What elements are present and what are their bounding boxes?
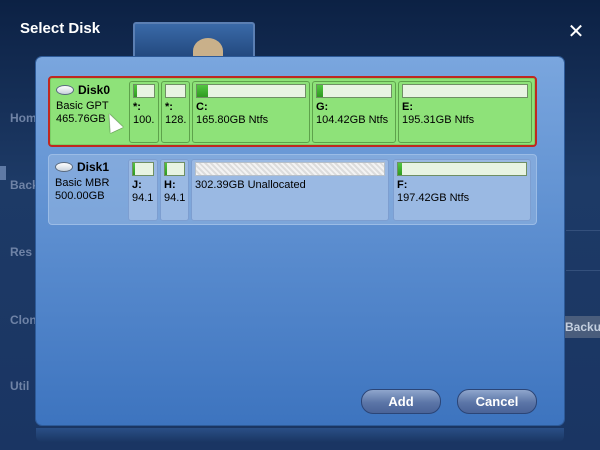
bg-sidebar-item-backup: Back (10, 178, 39, 192)
partition-usage-fill (134, 85, 137, 97)
background-thumbnail (133, 22, 255, 64)
bg-sidebar-item-restore: Res (10, 245, 33, 259)
partition-disk1-j[interactable]: J: 94.1 (128, 159, 158, 221)
partition-usage-fill (133, 163, 135, 175)
partition-usage-bar (195, 162, 385, 176)
partition-usage-bar (164, 162, 185, 176)
partition-usage-fill (317, 85, 323, 97)
partition-usage-bar (196, 84, 306, 98)
close-icon[interactable]: ✕ (566, 22, 586, 42)
partition-size: 128. (165, 114, 187, 126)
bg-divider (566, 270, 600, 271)
partition-disk1-f[interactable]: F: 197.42GB Ntfs (393, 159, 531, 221)
partition-size: 94.1 (132, 192, 154, 204)
partition-usage-bar (316, 84, 392, 98)
partition-usage-bar (165, 84, 186, 98)
disk-size: 500.00GB (55, 190, 105, 202)
partition-size: 195.31GB Ntfs (402, 114, 475, 126)
partition-label: E: (402, 101, 413, 113)
partition-disk1-unallocated[interactable]: 302.39GB Unallocated (191, 159, 389, 221)
hard-disk-icon (55, 162, 73, 172)
partition-label: G: (316, 101, 329, 113)
partition-usage-bar (133, 84, 155, 98)
partition-usage-bar (402, 84, 528, 98)
partition-usage-bar (132, 162, 154, 176)
partition-label: H: (164, 179, 176, 191)
partition-size: 302.39GB Unallocated (195, 179, 306, 191)
add-button[interactable]: Add (361, 389, 441, 414)
partition-label: J: (132, 179, 142, 191)
disk-row-disk0[interactable]: Disk0 Basic GPT 465.76GB *: 100. *: 128.… (48, 76, 537, 147)
partition-disk0-g[interactable]: G: 104.42GB Ntfs (312, 81, 396, 143)
partition-size: 94.1 (164, 192, 186, 204)
partition-usage-fill (165, 163, 167, 175)
partition-disk1-h[interactable]: H: 94.1 (160, 159, 189, 221)
partition-usage-fill (398, 163, 402, 175)
disk-row-disk1[interactable]: Disk1 Basic MBR 500.00GB J: 94.1 H: 94.1… (48, 154, 537, 225)
partition-disk0-e[interactable]: E: 195.31GB Ntfs (398, 81, 532, 143)
hard-disk-icon (56, 85, 74, 95)
partition-size: 197.42GB Ntfs (397, 192, 470, 204)
partition-label: C: (196, 101, 208, 113)
disk-type: Basic MBR (55, 177, 110, 189)
partition-size: 100. (133, 114, 155, 126)
dialog-title: Select Disk (20, 20, 101, 37)
partition-label: F: (397, 179, 408, 191)
cancel-button[interactable]: Cancel (457, 389, 537, 414)
partition-disk0-c[interactable]: C: 165.80GB Ntfs (192, 81, 310, 143)
partition-disk0-2[interactable]: *: 128. (161, 81, 190, 143)
bg-sidebar-item-utilities: Util (10, 379, 30, 393)
bg-sidebar-item-home: Hom (10, 111, 37, 125)
partition-disk0-1[interactable]: *: 100. (129, 81, 159, 143)
partition-size: 104.42GB Ntfs (316, 114, 389, 126)
disk-name: Disk1 (77, 159, 110, 174)
bg-backup-button: Backu (562, 316, 600, 338)
dialog-footer-bar (36, 428, 564, 442)
partition-label: *: (165, 101, 173, 113)
partition-size: 165.80GB Ntfs (196, 114, 269, 126)
disk-name: Disk0 (78, 82, 111, 97)
partition-label: *: (133, 101, 141, 113)
partition-usage-bar (397, 162, 527, 176)
partition-usage-fill (197, 85, 208, 97)
bg-sidebar-item-clone: Clon (10, 313, 37, 327)
disk-info: Disk1 Basic MBR 500.00GB (55, 159, 125, 219)
bg-divider (566, 230, 600, 231)
